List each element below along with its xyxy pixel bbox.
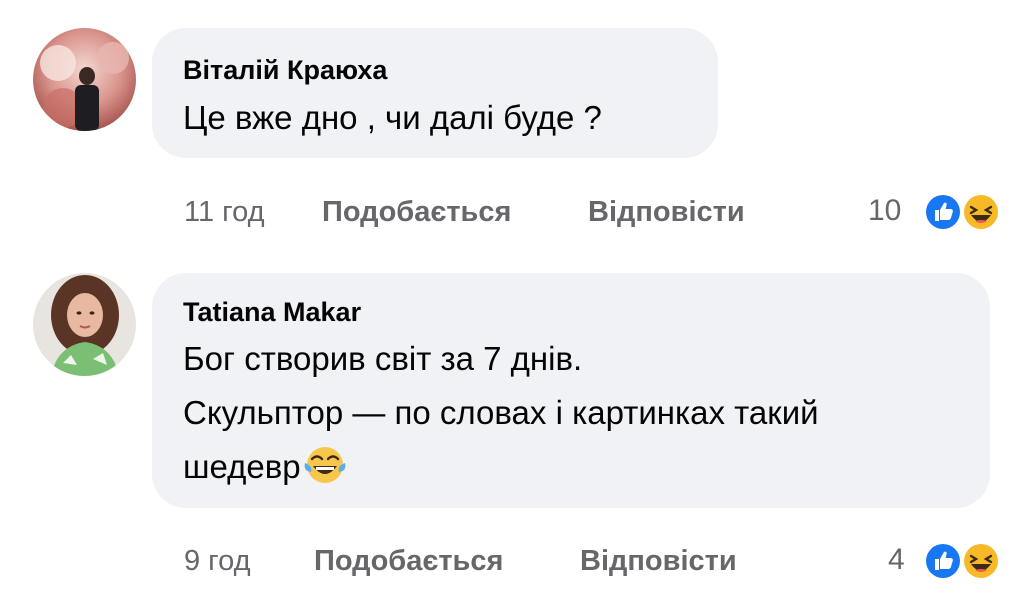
like-button[interactable]: Подобається <box>322 196 511 229</box>
reaction-count: 10 <box>868 194 902 227</box>
like-icon <box>924 193 962 231</box>
haha-icon <box>962 193 1000 231</box>
comment-bubble: Tatiana Makar Бог створив світ за 7 днів… <box>152 273 990 508</box>
comment-timestamp[interactable]: 9 год <box>184 545 251 578</box>
profile-photo <box>33 28 136 131</box>
comment-text: Це вже дно , чи далі буде ? <box>183 99 602 136</box>
reaction-count: 4 <box>888 543 905 576</box>
reply-button[interactable]: Відповісти <box>588 196 745 229</box>
comment-author[interactable]: Tatiana Makar <box>183 297 361 328</box>
reactions-summary[interactable]: 10 <box>868 190 1008 234</box>
reply-button[interactable]: Відповісти <box>580 545 737 578</box>
like-icon <box>924 542 962 580</box>
like-button[interactable]: Подобається <box>314 545 503 578</box>
reactions-summary[interactable]: 4 <box>888 539 1008 583</box>
comment-text-fragment: шедевр <box>183 448 301 485</box>
comment-text-line: Бог створив світ за 7 днів. <box>183 340 583 377</box>
comment-bubble: Віталій Краюха Це вже дно , чи далі буде… <box>152 28 718 158</box>
comment-text-line: Скульптор — по словах і картинках такий <box>183 394 819 431</box>
comment-text-line: шедевр <box>183 440 347 494</box>
tears-of-joy-emoji <box>304 447 346 483</box>
haha-icon <box>962 542 1000 580</box>
comment-timestamp[interactable]: 11 год <box>184 196 265 229</box>
avatar[interactable] <box>33 273 136 376</box>
comment-author[interactable]: Віталій Краюха <box>183 55 387 86</box>
avatar[interactable] <box>33 28 136 131</box>
profile-photo <box>33 273 136 376</box>
